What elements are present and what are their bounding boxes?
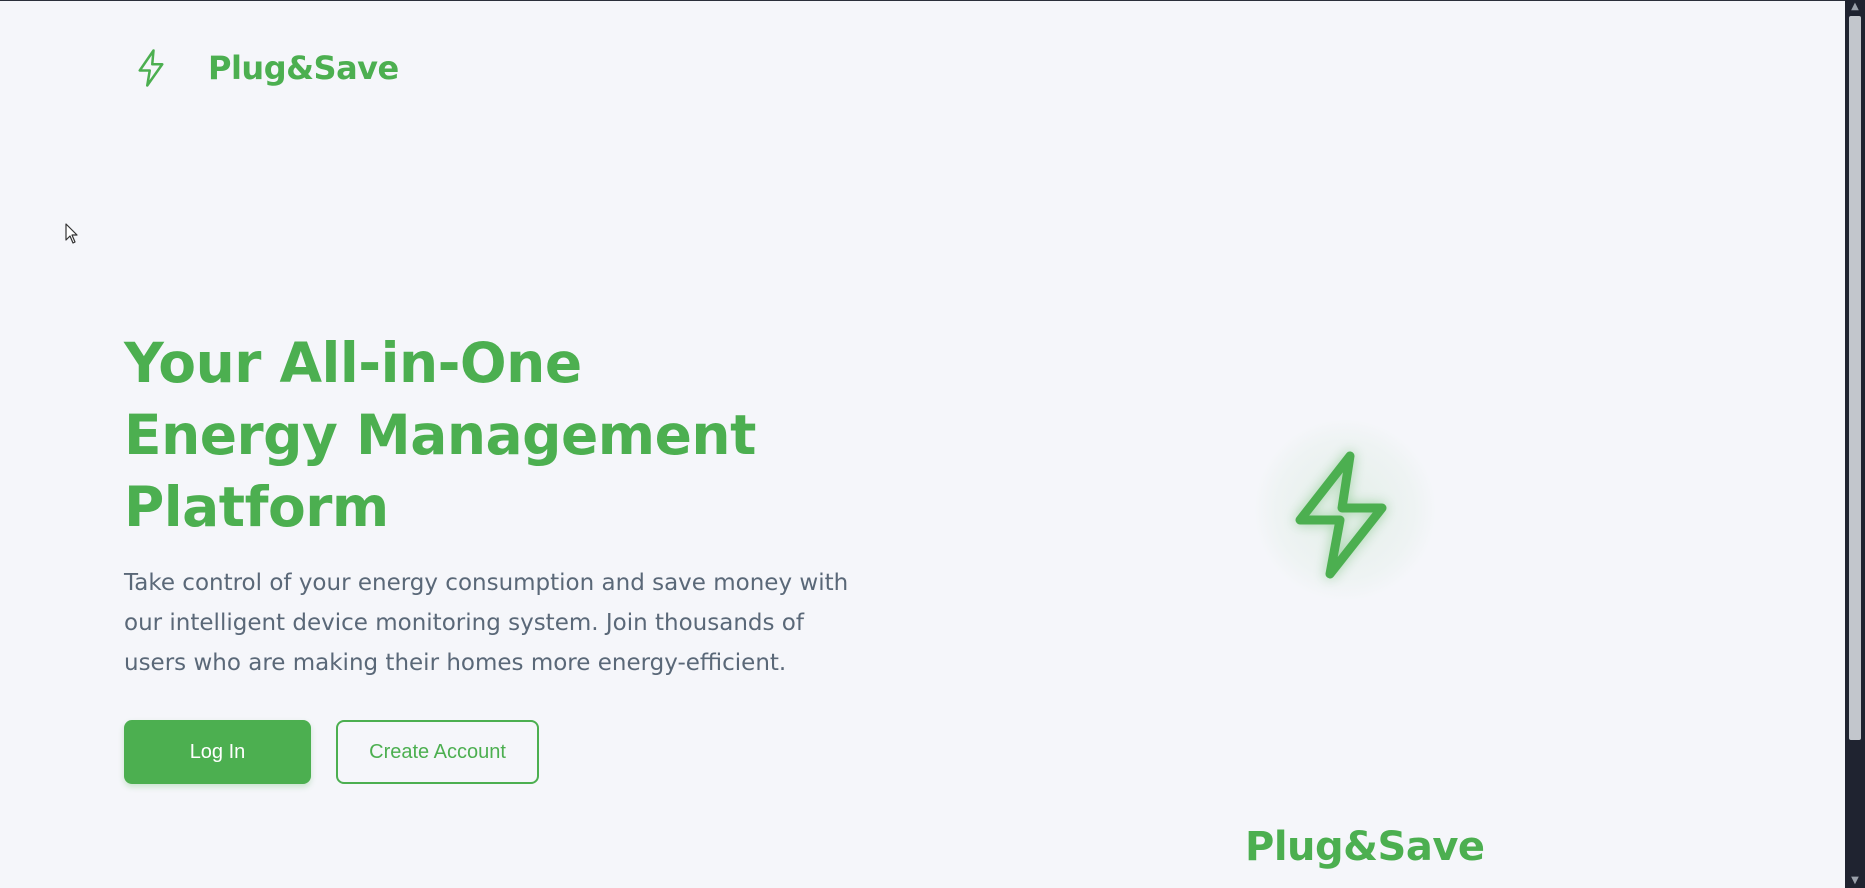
hero-description-line: Take control of your energy consumption … [124, 570, 849, 596]
brand-name: Plug&Save [208, 49, 399, 87]
brand[interactable]: Plug&Save [136, 48, 399, 88]
hero-title: Your All-in-One Energy Management Platfo… [124, 327, 884, 543]
scroll-down-arrow-icon[interactable]: ▼ [1850, 876, 1860, 886]
scroll-up-arrow-icon[interactable]: ▲ [1850, 2, 1860, 12]
lightning-bolt-icon [138, 49, 164, 87]
illustration-brand-name: Plug&Save [1245, 824, 1485, 870]
hero-description-line: our intelligent device monitoring system… [124, 610, 804, 636]
vertical-scrollbar[interactable]: ▲ ▼ [1845, 0, 1865, 888]
lightning-bolt-icon [1295, 451, 1387, 579]
scrollbar-thumb[interactable] [1849, 16, 1861, 740]
hero-description: Take control of your energy consumption … [124, 563, 854, 683]
mouse-cursor-icon [65, 223, 78, 244]
hero-illustration [1255, 420, 1435, 600]
window-top-border [0, 0, 1845, 1]
hero-title-line: Platform [124, 475, 389, 539]
hero-description-line: users who are making their homes more en… [124, 650, 787, 676]
hero-title-line: Your All-in-One [124, 331, 582, 395]
hero-title-line: Energy Management [124, 403, 756, 467]
create-account-button[interactable]: Create Account [336, 720, 539, 784]
login-button[interactable]: Log In [124, 720, 311, 784]
